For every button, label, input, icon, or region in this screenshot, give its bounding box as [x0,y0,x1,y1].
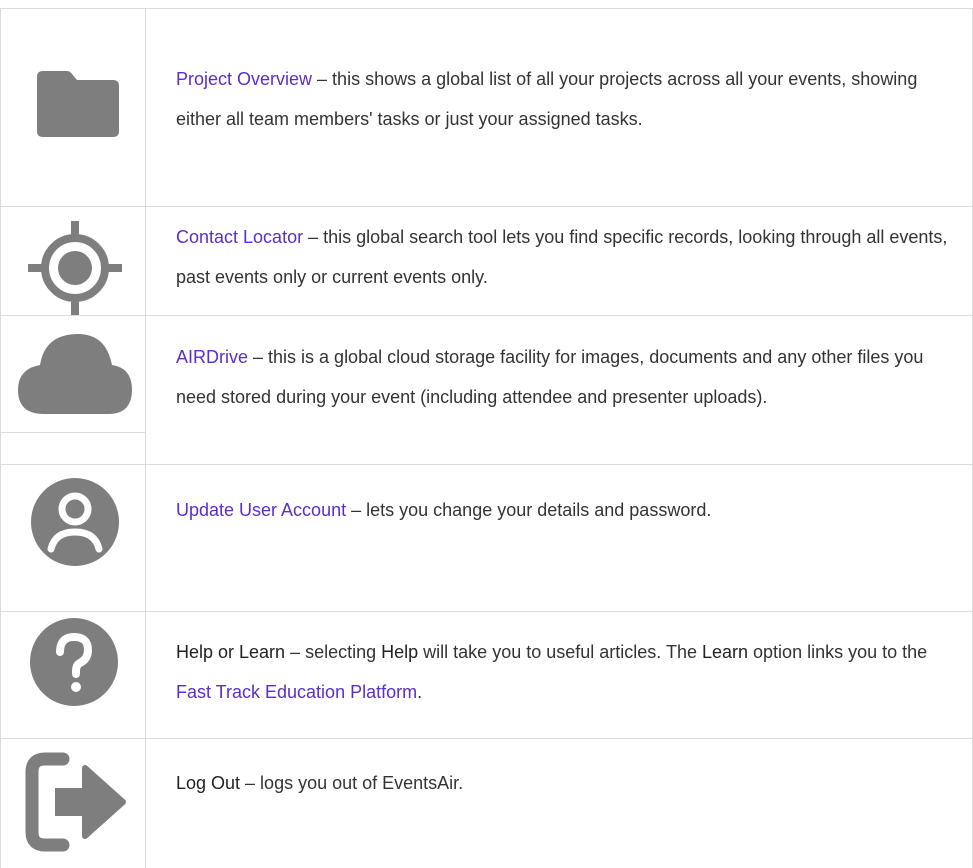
table-border-top [0,8,973,9]
row-divider [0,464,973,465]
crosshair-icon [28,221,122,315]
row-divider [0,432,145,433]
help-icon [30,618,118,706]
help-or-learn-text-2: will take you to useful articles. The [418,642,702,662]
contact-locator-link[interactable]: Contact Locator [176,227,303,247]
folder-icon [37,71,119,137]
help-or-learn-title: Help or Learn [176,642,286,662]
row-log-out: Log Out – logs you out of EventsAir. [176,764,963,804]
project-overview-link[interactable]: Project Overview [176,69,312,89]
help-option-label: Help [381,642,419,662]
row-help-or-learn: Help or Learn – selecting Help will take… [176,633,963,712]
airdrive-link[interactable]: AIRDrive [176,347,248,367]
user-account-icon [31,478,119,566]
row-divider [0,315,973,316]
row-divider [0,206,973,207]
help-or-learn-text-3: option links you to the [748,642,928,662]
row-divider [0,611,973,612]
log-out-description: – logs you out of EventsAir. [240,773,464,793]
help-or-learn-text-4: . [417,681,423,702]
help-or-learn-text-1: – selecting [285,642,382,662]
row-divider [0,738,973,739]
row-update-user-account: Update User Account – lets you change yo… [176,491,963,531]
logout-icon [25,752,126,852]
airdrive-description: – this is a global cloud storage facilit… [176,347,924,407]
row-project-overview: Project Overview – this shows a global l… [176,60,963,139]
fast-track-education-platform-link[interactable]: Fast Track Education Platform [176,682,417,702]
update-user-account-description: – lets you change your details and passw… [346,500,712,520]
row-airdrive: AIRDrive – this is a global cloud storag… [176,338,963,417]
row-contact-locator: Contact Locator – this global search too… [176,218,963,297]
cloud-icon [18,334,132,414]
log-out-title: Log Out [176,773,241,793]
table-border-left [0,8,1,868]
learn-option-label: Learn [701,642,749,662]
table-column-divider [145,8,146,868]
update-user-account-link[interactable]: Update User Account [176,500,346,520]
